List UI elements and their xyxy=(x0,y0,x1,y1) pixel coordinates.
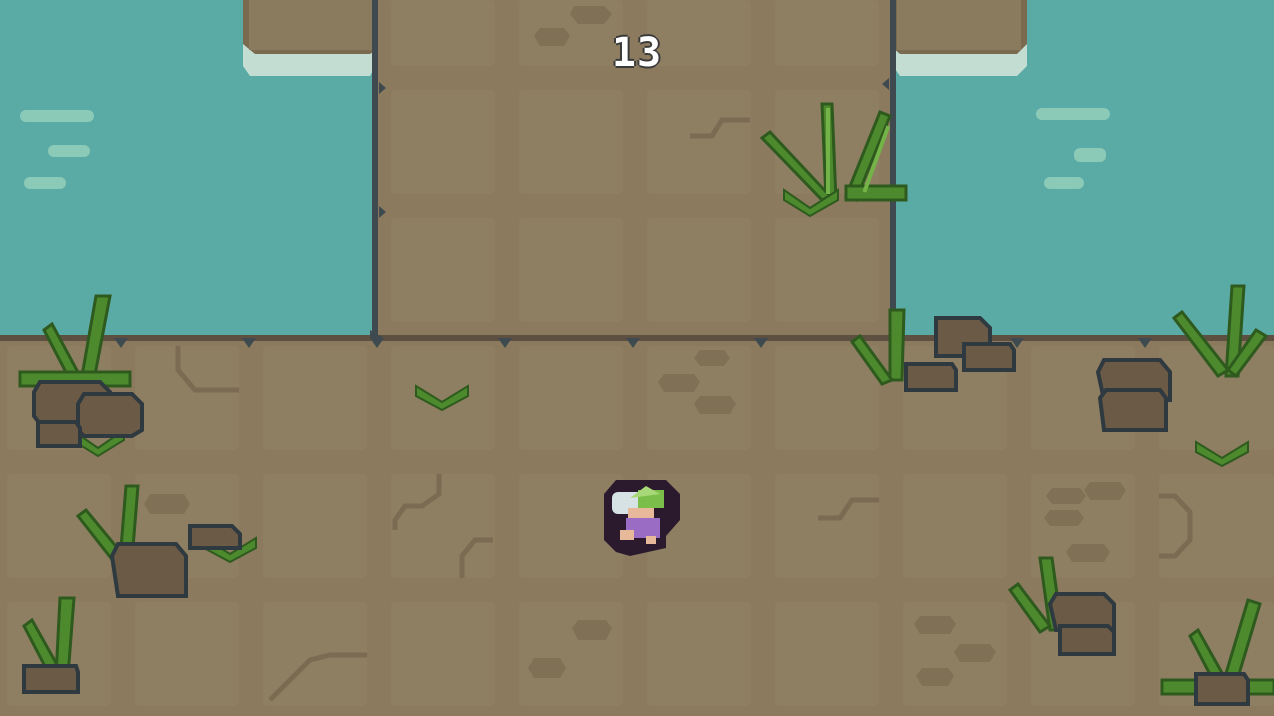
game-viewport[interactable]: 13 xyxy=(0,0,1274,716)
score-counter: 13 xyxy=(611,30,663,76)
game-scene xyxy=(0,0,1274,716)
